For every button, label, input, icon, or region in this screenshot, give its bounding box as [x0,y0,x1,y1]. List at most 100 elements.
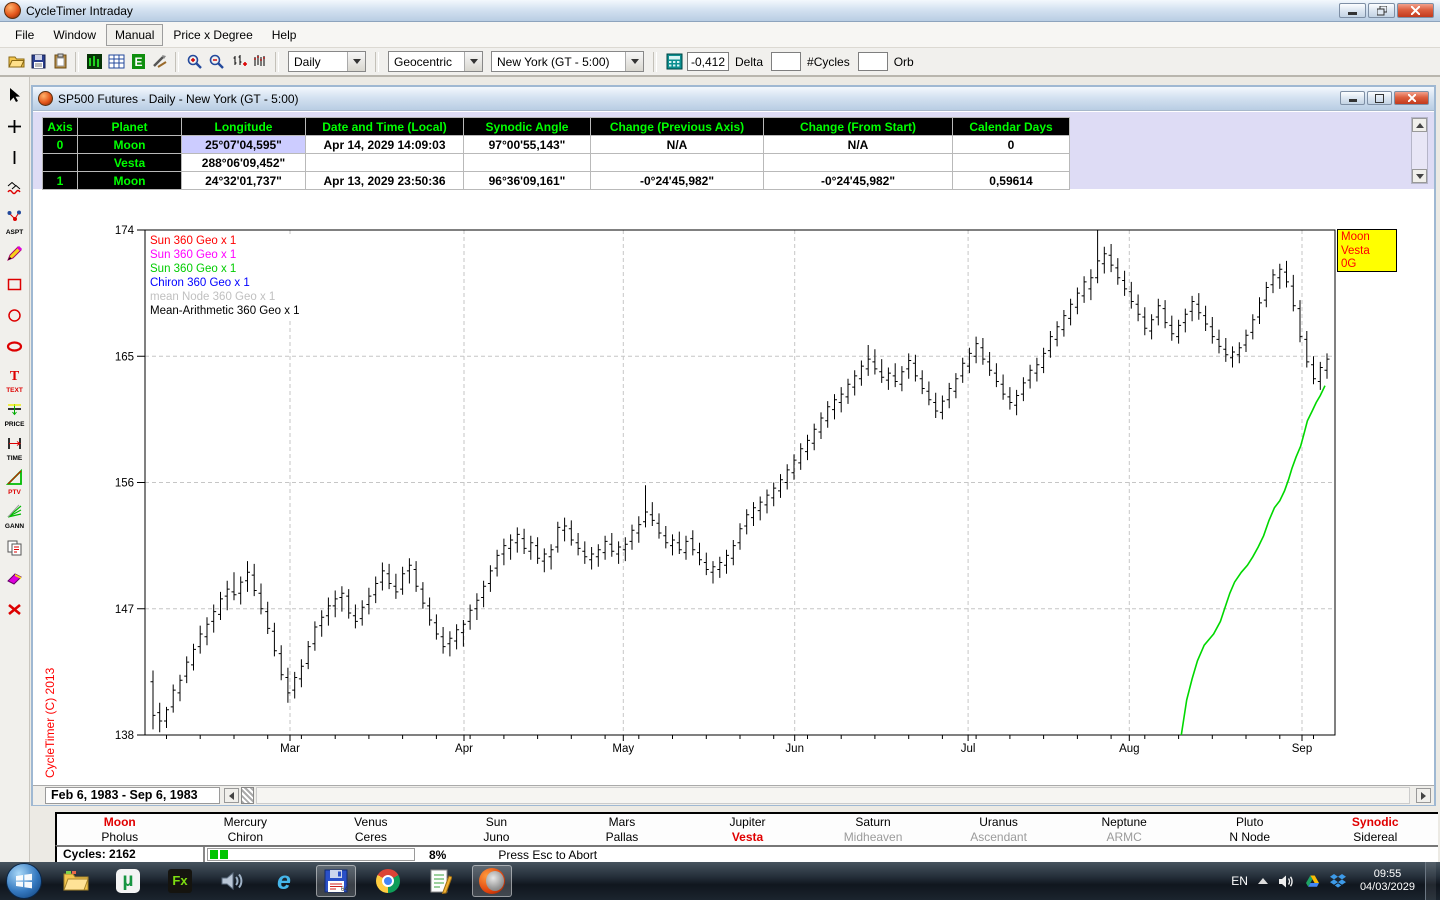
column-header[interactable]: Longitude [182,118,306,136]
planet-secondary[interactable]: Chiron [183,830,309,845]
chart-button[interactable] [83,51,105,73]
chevron-down-icon[interactable] [347,52,365,71]
minimize-button[interactable] [1339,3,1366,18]
cell-days[interactable]: 0,59614 [953,172,1070,190]
tool-rectangle[interactable] [1,274,29,298]
planet-primary[interactable]: Neptune [1061,815,1187,830]
column-header[interactable]: Calendar Days [953,118,1070,136]
cell-longitude[interactable]: 24°32'01,737" [182,172,306,190]
cell-change_start[interactable]: N/A [764,136,953,154]
scrollbar-thumb[interactable] [241,787,254,804]
cycles-input[interactable] [771,52,801,71]
tool-ellipse[interactable] [1,336,29,360]
tool-eraser[interactable] [1,568,29,592]
cell-change_start[interactable] [764,154,953,172]
chart-window-titlebar[interactable]: SP500 Futures - Daily - New York (GT - 5… [33,87,1434,111]
delta-input[interactable] [687,52,729,71]
planet-primary[interactable]: Saturn [810,815,936,830]
restore-button[interactable] [1368,3,1395,18]
scroll-down-button[interactable] [1412,169,1427,183]
close-button[interactable] [1397,3,1434,18]
taskbar-app-volume-mixer[interactable] [212,865,252,897]
planet-secondary[interactable]: Sidereal [1312,830,1438,845]
tool-gann[interactable]: GANN [1,503,29,530]
planet-primary[interactable]: Pluto [1187,815,1313,830]
planet-secondary[interactable]: Pholus [57,830,183,845]
chart-annotation-box[interactable]: MoonVesta0G [1337,229,1397,272]
cell-datetime[interactable] [306,154,464,172]
menu-manual[interactable]: Manual [106,24,163,46]
column-header[interactable]: Axis [43,118,78,136]
menu-price-x-degree[interactable]: Price x Degree [164,24,261,46]
cell-longitude[interactable]: 25°07'04,595" [182,136,306,154]
cell-synodic[interactable] [464,154,591,172]
open-button[interactable] [5,51,27,73]
planet-column-mercury[interactable]: MercuryChiron [183,814,309,845]
menu-window[interactable]: Window [44,24,105,46]
taskbar-app-explorer[interactable] [56,865,96,897]
zoom-out-button[interactable] [205,51,227,73]
planet-primary[interactable]: Jupiter [685,815,811,830]
tool-price[interactable]: PRICE [1,401,29,428]
cell-axis[interactable] [43,154,78,172]
cell-days[interactable] [953,154,1070,172]
volume-icon[interactable] [1278,874,1295,889]
table-row[interactable]: Vesta288°06'09,452" [43,154,1070,172]
tool-circle[interactable] [1,305,29,329]
planet-column-jupiter[interactable]: JupiterVesta [685,814,811,845]
taskbar-app-floppy-save[interactable]: 64 [316,865,356,897]
period-dropdown[interactable]: Daily [288,51,366,72]
timezone-dropdown[interactable]: New York (GT - 5:00) [491,51,644,72]
planet-column-sun[interactable]: SunJuno [434,814,560,845]
scroll-right-button[interactable] [1416,788,1431,803]
cell-longitude[interactable]: 288°06'09,452" [182,154,306,172]
tool-time[interactable]: TIME [1,435,29,462]
scrollbar-track[interactable] [256,787,1410,804]
planet-secondary[interactable]: Juno [434,830,560,845]
chevron-down-icon[interactable] [464,52,482,71]
planet-column-saturn[interactable]: SaturnMidheaven [810,814,936,845]
planet-column-venus[interactable]: VenusCeres [308,814,434,845]
cell-change_prev[interactable]: N/A [591,136,764,154]
child-close-button[interactable] [1394,91,1429,105]
planet-primary[interactable]: Uranus [936,815,1062,830]
cell-change_prev[interactable]: -0°24'45,982" [591,172,764,190]
planet-primary[interactable]: Venus [308,815,434,830]
taskbar-clock[interactable]: 09:55 04/03/2029 [1360,868,1415,894]
tool-pointer[interactable] [1,85,29,109]
planet-column-mars[interactable]: MarsPallas [559,814,685,845]
column-header[interactable]: Date and Time (Local) [306,118,464,136]
zodiac-dropdown[interactable]: Geocentric [388,51,483,72]
planet-secondary[interactable]: Ascendant [936,830,1062,845]
tool-vertical-line[interactable] [1,147,29,171]
calculator-icon[interactable] [663,51,685,73]
save-button[interactable] [27,51,49,73]
grid-button[interactable] [105,51,127,73]
menu-file[interactable]: File [6,24,43,46]
cell-planet[interactable]: Moon [78,136,182,154]
planet-primary[interactable]: Mercury [183,815,309,830]
scroll-up-button[interactable] [1412,118,1427,132]
taskbar-app-internet-explorer[interactable]: e [264,865,304,897]
bars-dense-button[interactable] [249,51,271,73]
cell-change_prev[interactable] [591,154,764,172]
planet-column-moon[interactable]: MoonPholus [57,814,183,845]
cell-axis[interactable]: 1 [43,172,78,190]
price-chart-pane[interactable]: 138147156165174MarAprMayJunJulAugSep Sun… [33,190,1434,784]
column-header[interactable]: Change (Previous Axis) [591,118,764,136]
planet-primary[interactable]: Sun [434,815,560,830]
planet-column-neptune[interactable]: NeptuneARMC [1061,814,1187,845]
tools-button[interactable] [149,51,171,73]
cell-synodic[interactable]: 97°00'55,143" [464,136,591,154]
planet-secondary[interactable]: N Node [1187,830,1313,845]
scroll-left-button[interactable] [224,788,239,803]
planet-secondary[interactable]: ARMC [1061,830,1187,845]
cell-days[interactable]: 0 [953,136,1070,154]
planet-secondary[interactable]: Vesta [685,830,811,845]
tool-copy[interactable] [1,537,29,561]
planet-column-pluto[interactable]: PlutoN Node [1187,814,1313,845]
column-header[interactable]: Change (From Start) [764,118,953,136]
dropbox-icon[interactable] [1330,874,1346,888]
cell-datetime[interactable]: Apr 13, 2029 23:50:36 [306,172,464,190]
tool-delete[interactable] [1,599,29,623]
